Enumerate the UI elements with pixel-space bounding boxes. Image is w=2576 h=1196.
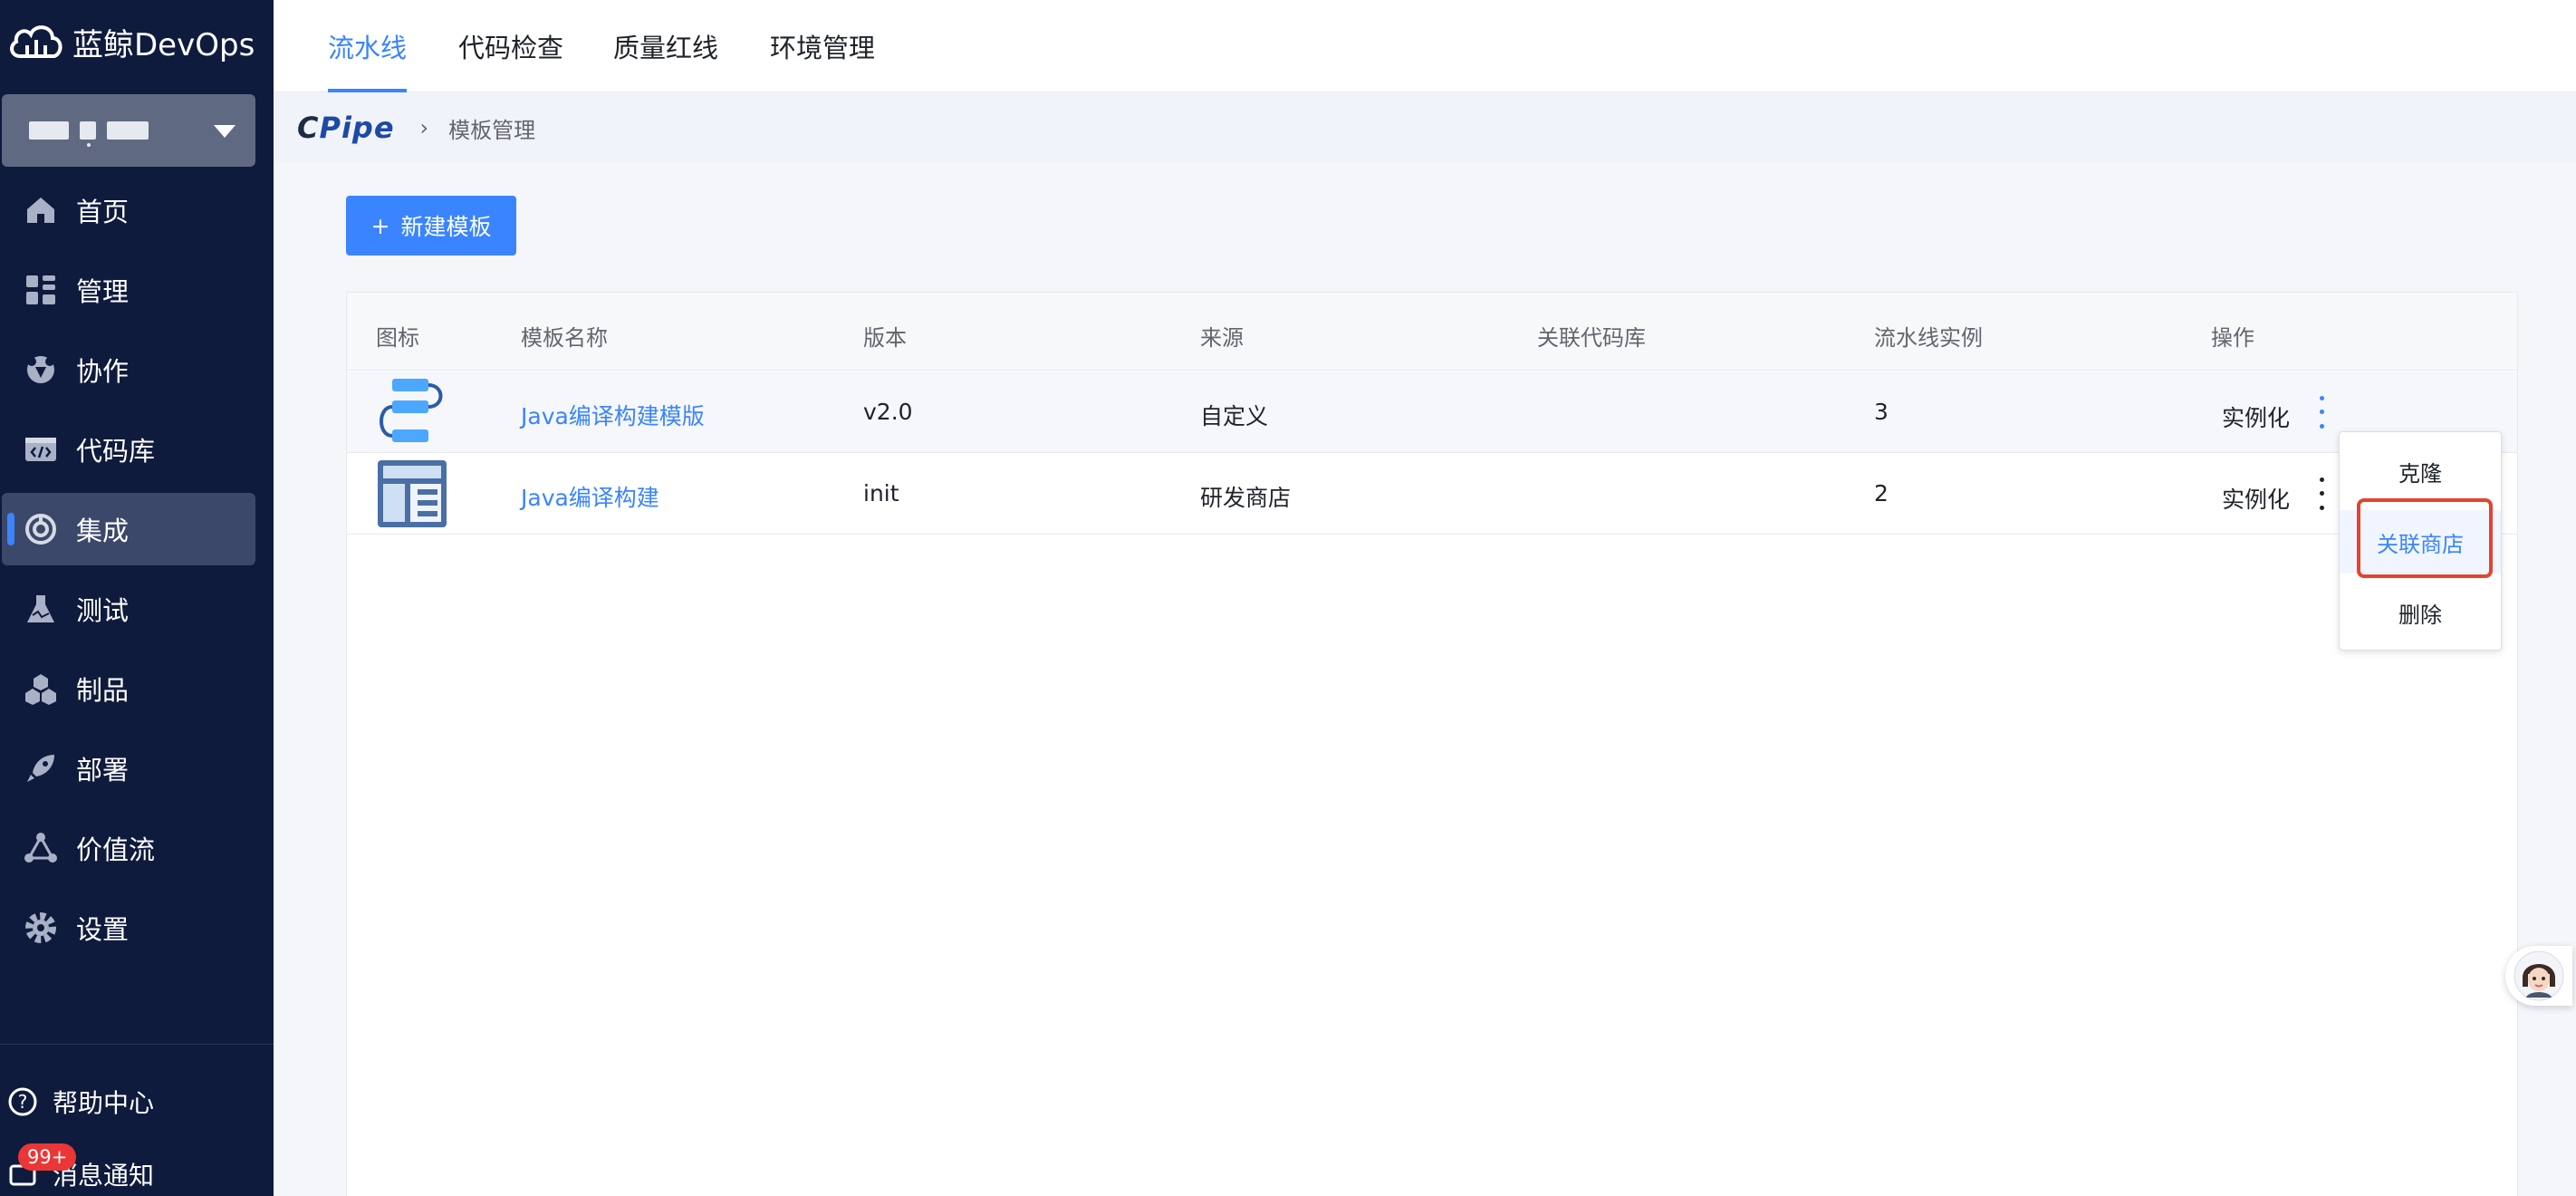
- brand-name: 蓝鲸DevOps: [72, 26, 255, 63]
- code-icon: [25, 438, 56, 461]
- integrate-icon: [25, 514, 56, 545]
- sidebar-item-settings[interactable]: 设置: [2, 892, 255, 964]
- th-icon: 图标: [376, 325, 419, 351]
- template-instances: 3: [1874, 399, 1889, 425]
- th-actions: 操作: [2211, 325, 2254, 351]
- instantiate-button[interactable]: 实例化: [2222, 482, 2290, 515]
- annotation-highlight-box: [2357, 498, 2493, 578]
- sidebar-item-collab[interactable]: 协作: [2, 333, 255, 406]
- th-instances: 流水线实例: [1874, 325, 1983, 351]
- cubes-icon: [25, 674, 56, 705]
- svg-text:?: ?: [18, 1091, 28, 1113]
- help-center-link[interactable]: ? 帮助中心: [7, 1084, 154, 1120]
- chevron-right-icon: ›: [419, 115, 429, 140]
- pipeline-template-icon: [380, 379, 443, 442]
- cloud-logo-icon: [10, 25, 62, 58]
- instantiate-button[interactable]: 实例化: [2222, 400, 2290, 433]
- table-row[interactable]: Java编译构建 init 研发商店 2 实例化: [347, 453, 2517, 535]
- more-actions-icon[interactable]: [2312, 473, 2331, 515]
- sidebar-item-home[interactable]: 首页: [2, 174, 255, 246]
- tab-pipeline[interactable]: 流水线: [328, 0, 408, 92]
- template-source: 自定义: [1200, 403, 1269, 429]
- flow-icon: [24, 833, 57, 863]
- template-version: init: [863, 480, 899, 506]
- menu-item-delete[interactable]: 删除: [2340, 581, 2501, 644]
- notification-badge: 99+: [18, 1143, 77, 1171]
- th-version: 版本: [863, 325, 907, 351]
- sidebar-item-test[interactable]: 测试: [2, 573, 255, 645]
- sidebar: 蓝鲸DevOps 首页 管理 协作 代码库 集成 测试 制品 部署 价值流 设置…: [0, 0, 274, 1196]
- top-nav: 流水线 代码检查 质量红线 环境管理: [274, 0, 2576, 92]
- sidebar-item-manage[interactable]: 管理: [2, 254, 255, 326]
- th-name: 模板名称: [521, 325, 608, 351]
- sidebar-item-valueflow[interactable]: 价值流: [2, 812, 255, 884]
- sidebar-item-deploy[interactable]: 部署: [2, 732, 255, 805]
- th-source: 来源: [1200, 325, 1244, 351]
- assistant-avatar[interactable]: [2505, 946, 2572, 1006]
- tab-env-manage[interactable]: 环境管理: [770, 0, 875, 92]
- rocket-icon: [27, 755, 54, 782]
- assistant-avatar-icon: [2514, 950, 2564, 1001]
- more-actions-icon[interactable]: [2312, 391, 2331, 433]
- tab-code-check[interactable]: 代码检查: [458, 0, 563, 92]
- store-template-icon: [378, 460, 447, 527]
- tab-quality-gate[interactable]: 质量红线: [613, 0, 718, 92]
- template-version: v2.0: [863, 399, 913, 425]
- table-header: 图标 模板名称 版本 来源 关联代码库 流水线实例 操作: [347, 293, 2517, 371]
- sidebar-item-integrate[interactable]: 集成: [2, 493, 255, 565]
- sidebar-item-repo[interactable]: 代码库: [2, 413, 255, 486]
- gear-icon: [25, 912, 56, 943]
- project-selector[interactable]: [2, 94, 255, 167]
- flask-icon: [27, 595, 54, 622]
- new-template-button[interactable]: + 新建模板: [346, 196, 516, 256]
- breadcrumb: CPipe › 模板管理: [274, 93, 2576, 162]
- template-instances: 2: [1874, 480, 1889, 506]
- cpipe-logo[interactable]: CPipe: [297, 111, 395, 145]
- th-repo: 关联代码库: [1537, 325, 1646, 351]
- template-name-link[interactable]: Java编译构建模版: [521, 399, 705, 431]
- help-icon: ?: [8, 1087, 37, 1116]
- chevron-down-icon: [214, 125, 235, 138]
- breadcrumb-current: 模板管理: [448, 117, 536, 143]
- template-name-link[interactable]: Java编译构建: [521, 480, 659, 513]
- home-icon: [27, 198, 54, 223]
- brand-logo[interactable]: 蓝鲸DevOps: [7, 14, 255, 69]
- template-source: 研发商店: [1200, 485, 1292, 511]
- sidebar-item-artifact[interactable]: 制品: [2, 652, 255, 725]
- collab-icon: [27, 356, 54, 383]
- menu-item-clone[interactable]: 克隆: [2340, 439, 2501, 503]
- template-table: 图标 模板名称 版本 来源 关联代码库 流水线实例 操作 Java编译构建模版 …: [346, 292, 2518, 1196]
- grid-icon: [26, 275, 55, 304]
- table-row[interactable]: Java编译构建模版 v2.0 自定义 3 实例化: [347, 371, 2517, 453]
- sidebar-nav: 首页 管理 协作 代码库 集成 测试 制品 部署 价值流 设置: [0, 174, 274, 971]
- plus-icon: +: [370, 212, 390, 239]
